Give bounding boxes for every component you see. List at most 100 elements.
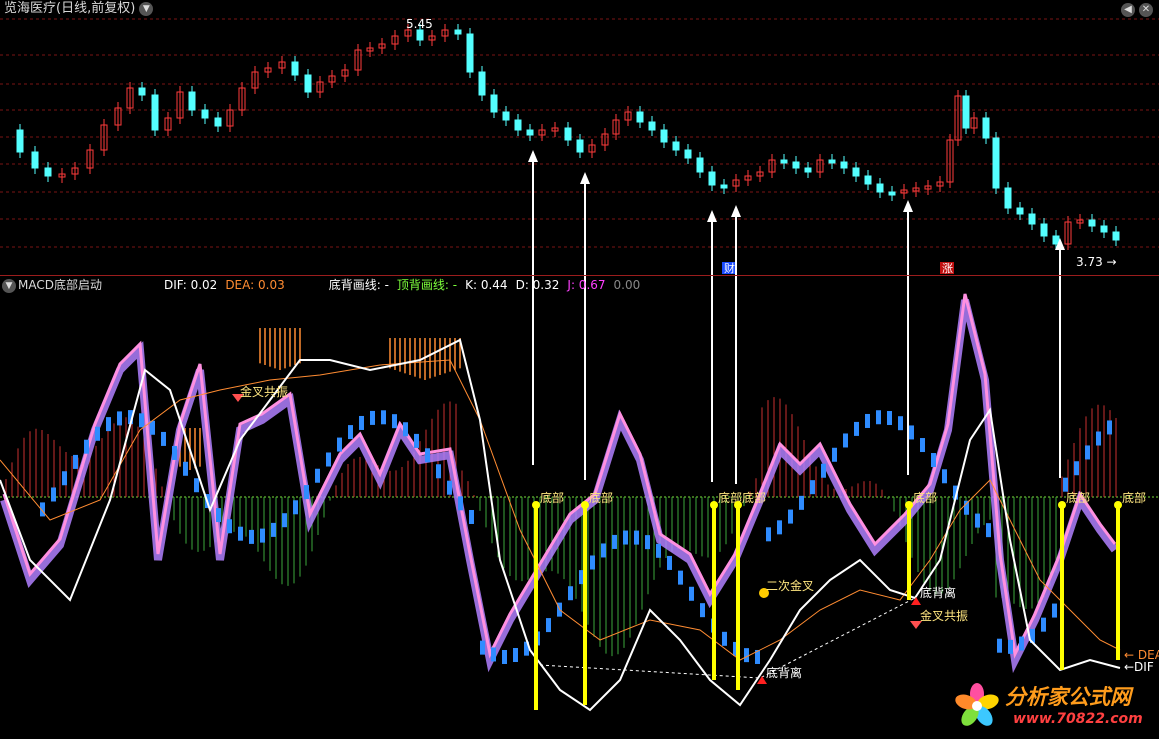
down-candle — [576, 139, 584, 153]
bottom-label: 底部 — [540, 490, 564, 505]
rise-marker-label: 涨 — [942, 262, 953, 275]
signal-block — [425, 448, 430, 463]
low-price-label: 3.73 → — [1076, 255, 1117, 269]
signal-block — [568, 586, 573, 601]
dea-value: DEA: 0.03 — [225, 278, 285, 292]
minimize-icon[interactable]: ◀ — [1121, 3, 1135, 17]
signal-block — [1096, 431, 1101, 446]
arrow-head-icon — [707, 210, 717, 222]
watermark-name: 分析家公式网 — [1005, 685, 1131, 709]
signal-block — [227, 519, 232, 534]
watermark-logo: 分析家公式网 www.70822.com — [953, 679, 1153, 733]
bottom-line-value: 底背画线: - — [328, 278, 389, 292]
bottom-label: 底部 — [1066, 490, 1090, 505]
indicator-name[interactable]: MACD底部启动 — [18, 278, 102, 292]
down-candle — [720, 184, 728, 189]
down-candle — [526, 129, 534, 136]
signal-block — [1041, 617, 1046, 632]
bottom-signal-dot — [734, 501, 742, 509]
chevron-down-icon[interactable]: ▼ — [2, 278, 16, 293]
signal-block — [502, 649, 507, 664]
signal-block — [887, 411, 892, 426]
signal-block — [315, 468, 320, 483]
signal-block — [612, 534, 617, 549]
extra-value: 0.00 — [613, 278, 641, 292]
down-candle — [454, 29, 462, 35]
signal-block — [689, 586, 694, 601]
down-candle — [840, 161, 848, 169]
down-candle — [876, 183, 884, 193]
down-candle — [962, 95, 970, 129]
signal-block — [73, 454, 78, 469]
arrow-head-icon — [731, 205, 741, 217]
down-candle — [214, 117, 222, 127]
down-candle — [888, 191, 896, 196]
bottom-label: 底部 — [589, 490, 613, 505]
signal-block — [909, 425, 914, 440]
signal-block — [1063, 477, 1068, 492]
signal-block — [95, 426, 100, 441]
buy-marker-label: 财 — [724, 261, 735, 275]
down-candle — [1112, 231, 1120, 241]
signal-block — [810, 480, 815, 495]
signal-block — [359, 415, 364, 430]
signal-block — [381, 410, 386, 425]
down-candle — [138, 87, 146, 96]
signal-block — [645, 535, 650, 550]
signal-block — [777, 520, 782, 535]
signal-block — [898, 416, 903, 431]
indicator-header: ▼ MACD底部启动 DIF: 0.02 DEA: 0.03 底背画线: - 顶背画线: … — [0, 277, 648, 293]
down-candle — [648, 121, 656, 131]
chevron-down-icon[interactable]: ▼ — [139, 1, 154, 16]
signal-block — [1085, 445, 1090, 460]
bottom-signal-dot — [710, 501, 718, 509]
signal-block — [469, 509, 474, 524]
second-golden-cross-label: 二次金叉 — [766, 578, 814, 593]
signal-block — [183, 461, 188, 476]
signal-block — [942, 469, 947, 484]
down-candle — [564, 127, 572, 141]
bottom-label: 底部 — [742, 490, 766, 505]
signal-block — [403, 422, 408, 437]
signal-block — [865, 413, 870, 428]
stock-title: 览海医疗(日线,前复权) — [4, 1, 136, 16]
stock-title-bar[interactable]: 览海医疗(日线,前复权) ▼ — [4, 0, 154, 18]
bottom-signal-dot — [1058, 501, 1066, 509]
signal-block — [436, 464, 441, 479]
arrow-head-icon — [528, 150, 538, 162]
down-candle — [416, 29, 424, 41]
signal-block — [150, 420, 155, 435]
signal-block — [744, 648, 749, 663]
down-candle — [514, 119, 522, 131]
signal-block — [282, 513, 287, 528]
signal-block — [997, 638, 1002, 653]
signal-block — [623, 530, 628, 545]
signal-block — [194, 478, 199, 493]
signal-block — [700, 603, 705, 618]
dif-value: DIF: 0.02 — [163, 278, 218, 292]
signal-block — [491, 647, 496, 662]
signal-block — [513, 648, 518, 663]
arrow-head-icon — [580, 172, 590, 184]
price-and-indicator-chart: 5.453.73 →财 涨底部 底部 底部 底部 底部 底部 底部金叉共振金叉共振二次金叉底背… — [0, 17, 1159, 712]
bottom-label: 底部 — [913, 490, 937, 505]
signal-block — [348, 425, 353, 440]
down-candle — [188, 91, 196, 111]
signal-block — [458, 496, 463, 511]
panel-divider[interactable] — [0, 275, 1159, 276]
signal-block — [601, 543, 606, 558]
close-icon[interactable]: ✕ — [1139, 3, 1153, 17]
signal-block — [590, 555, 595, 570]
bottom-signal-dot — [1114, 501, 1122, 509]
down-candle — [304, 74, 312, 93]
signal-block — [832, 447, 837, 462]
j-value: J: 0.67 — [567, 278, 606, 292]
top-line-value: 顶背画线: - — [396, 278, 458, 292]
signal-block — [326, 452, 331, 467]
down-candle — [490, 94, 498, 113]
signal-block — [1008, 639, 1013, 654]
signal-block — [238, 526, 243, 541]
signal-block — [161, 431, 166, 446]
down-candle — [1040, 223, 1048, 237]
bottom-signal-dot — [905, 501, 913, 509]
